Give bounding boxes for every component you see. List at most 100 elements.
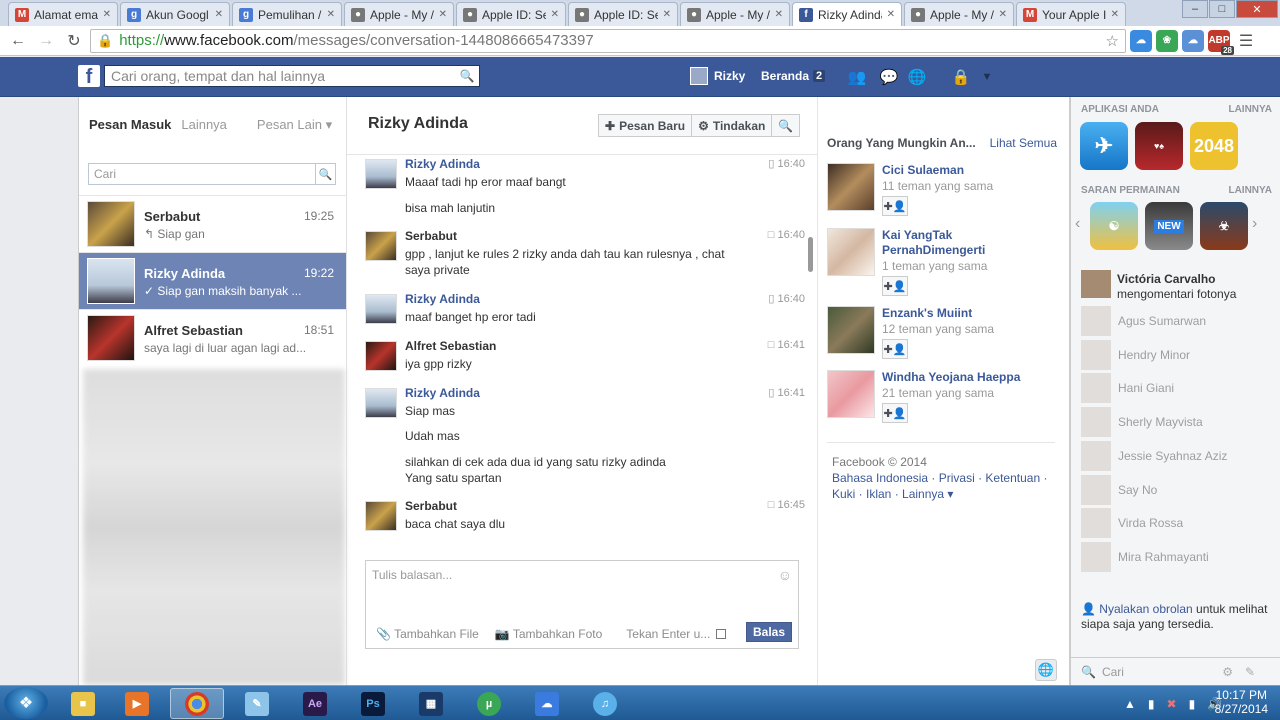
games-more-link[interactable]: LAINNYA bbox=[1228, 185, 1272, 196]
turn-on-chat-link[interactable]: Nyalakan obrolan bbox=[1099, 602, 1192, 616]
extension-evernote-icon[interactable]: ❀ bbox=[1156, 29, 1178, 52]
pymk-name[interactable]: Cici Sulaeman bbox=[882, 163, 1057, 178]
extension-cloud-icon[interactable]: ☁ bbox=[1130, 29, 1152, 52]
thread-item-rizky-adinda[interactable]: Rizky Adinda ✓ Siap gan maksih banyak ..… bbox=[79, 252, 346, 309]
tray-chevron-icon[interactable]: ▲ bbox=[1124, 697, 1136, 711]
profile-link[interactable]: Rizky bbox=[690, 67, 745, 85]
thread-item-alfret-sebastian[interactable]: Alfret Sebastian saya lagi di luar agan … bbox=[79, 309, 346, 366]
browser-tab[interactable]: M Alamat ema ✕ bbox=[8, 2, 118, 26]
avatar[interactable] bbox=[827, 306, 875, 354]
close-tab-icon[interactable]: ✕ bbox=[439, 9, 447, 20]
game-dino-icon[interactable]: ☣ bbox=[1200, 202, 1248, 250]
chat-friend-item[interactable]: Virda Rossa bbox=[1081, 508, 1276, 538]
tray-signal-icon[interactable]: ▮ bbox=[1189, 697, 1196, 711]
close-tab-icon[interactable]: ✕ bbox=[887, 9, 895, 20]
add-friend-button[interactable]: ✚👤 bbox=[882, 339, 908, 359]
browser-tab[interactable]: ● Apple ID: Se ✕ bbox=[456, 2, 566, 26]
account-menu-chevron-icon[interactable]: ▼ bbox=[978, 68, 996, 86]
close-tab-icon[interactable]: ✕ bbox=[551, 9, 559, 20]
close-tab-icon[interactable]: ✕ bbox=[103, 9, 111, 20]
message-author[interactable]: Rizky Adinda bbox=[405, 386, 480, 400]
tray-device-icon[interactable]: ▮ bbox=[1148, 697, 1155, 711]
chat-friend-item[interactable]: Hendry Minor bbox=[1081, 340, 1276, 370]
game-racing-icon[interactable]: NEW bbox=[1145, 202, 1193, 250]
notifications-globe-icon[interactable]: 🌐 bbox=[908, 68, 927, 86]
activity-item[interactable]: Victória Carvalho mengomentari fotonya bbox=[1081, 270, 1276, 301]
chat-friend-item[interactable]: Mira Rahmayanti bbox=[1081, 542, 1276, 572]
reply-button[interactable]: Balas bbox=[746, 622, 792, 642]
bookmark-star-icon[interactable]: ☆ bbox=[1106, 32, 1119, 50]
start-button[interactable]: ❖ bbox=[4, 687, 48, 719]
menu-icon[interactable]: ☰ bbox=[1234, 29, 1258, 53]
chevron-left-icon[interactable]: ‹ bbox=[1075, 215, 1080, 233]
taskbar-explorer[interactable]: ■ bbox=[56, 688, 110, 719]
close-tab-icon[interactable]: ✕ bbox=[215, 9, 223, 20]
browser-tab[interactable]: ● Apple - My / ✕ bbox=[904, 2, 1014, 26]
chat-friend-item[interactable]: Jessie Syahnaz Aziz bbox=[1081, 441, 1276, 471]
avatar[interactable] bbox=[827, 228, 875, 276]
app-2048-icon[interactable]: 2048 bbox=[1190, 122, 1238, 170]
facebook-search-input[interactable]: Cari orang, tempat dan hal lainnya 🔍 bbox=[104, 65, 480, 87]
app-plane-icon[interactable]: ✈ bbox=[1080, 122, 1128, 170]
search-icon[interactable]: 🔍 bbox=[315, 164, 335, 184]
apps-more-link[interactable]: LAINNYA bbox=[1228, 104, 1272, 115]
add-photo-button[interactable]: 📷 Tambahkan Foto bbox=[495, 627, 602, 641]
add-file-button[interactable]: 📎 Tambahkan File bbox=[376, 627, 479, 641]
tray-network-icon[interactable]: ✖ bbox=[1167, 697, 1177, 711]
reply-input[interactable]: Tulis balasan... bbox=[372, 568, 452, 582]
close-tab-icon[interactable]: ✕ bbox=[999, 9, 1007, 20]
add-friend-button[interactable]: ✚👤 bbox=[882, 403, 908, 423]
reload-button[interactable]: ↻ bbox=[62, 29, 86, 53]
footer-links-line1[interactable]: Bahasa Indonesia · Privasi · Ketentuan · bbox=[832, 470, 1057, 486]
close-tab-icon[interactable]: ✕ bbox=[775, 9, 783, 20]
pymk-see-all-link[interactable]: Lihat Semua bbox=[990, 136, 1057, 150]
taskbar-cloud[interactable]: ☁ bbox=[520, 688, 574, 719]
taskbar-media-player[interactable]: ▶ bbox=[110, 688, 164, 719]
browser-tab[interactable]: ● Apple - My / ✕ bbox=[680, 2, 790, 26]
friend-requests-icon[interactable]: 👥 bbox=[848, 68, 867, 86]
minimize-button[interactable]: – bbox=[1182, 0, 1208, 18]
address-bar[interactable]: 🔒 https://www.facebook.com/messages/conv… bbox=[90, 28, 1126, 53]
add-friend-button[interactable]: ✚👤 bbox=[882, 196, 908, 216]
close-window-button[interactable]: ✕ bbox=[1236, 0, 1278, 18]
close-tab-icon[interactable]: ✕ bbox=[1111, 9, 1119, 20]
taskbar-itunes[interactable]: ♫ bbox=[578, 688, 632, 719]
globe-icon[interactable]: 🌐 bbox=[1035, 659, 1057, 681]
game-bear-icon[interactable]: ☯ bbox=[1090, 202, 1138, 250]
taskbar-after-effects[interactable]: Ae bbox=[288, 688, 342, 719]
pymk-name[interactable]: Enzank's Muiint bbox=[882, 306, 1057, 321]
home-link[interactable]: Beranda 2 bbox=[761, 69, 826, 83]
taskbar-photoshop[interactable]: Ps bbox=[346, 688, 400, 719]
close-tab-icon[interactable]: ✕ bbox=[663, 9, 671, 20]
thread-search-input[interactable]: Cari 🔍 bbox=[88, 163, 336, 185]
chevron-right-icon[interactable]: › bbox=[1252, 215, 1257, 233]
search-conversation-button[interactable]: 🔍 bbox=[772, 115, 799, 136]
chat-friend-item[interactable]: Sherly Mayvista bbox=[1081, 407, 1276, 437]
browser-tab[interactable]: ● Apple - My / ✕ bbox=[344, 2, 454, 26]
message-author[interactable]: Rizky Adinda bbox=[405, 292, 480, 306]
chat-search-input[interactable]: 🔍 Cari ⚙ ✎ bbox=[1071, 657, 1280, 685]
avatar[interactable] bbox=[827, 163, 875, 211]
message-scrollbar[interactable] bbox=[808, 237, 813, 272]
tab-more[interactable]: Lainnya bbox=[181, 117, 227, 133]
message-author[interactable]: Alfret Sebastian bbox=[405, 339, 496, 353]
app-poker-icon[interactable]: ♥♠ bbox=[1135, 122, 1183, 170]
add-friend-button[interactable]: ✚👤 bbox=[882, 276, 908, 296]
chat-friend-item[interactable]: Agus Sumarwan bbox=[1081, 306, 1276, 336]
footer-links-line2[interactable]: Kuki · Iklan · Lainnya ▾ bbox=[832, 486, 1057, 502]
taskbar-blackberry[interactable]: ▦ bbox=[404, 688, 458, 719]
messages-icon[interactable]: 💬 bbox=[880, 68, 899, 86]
avatar[interactable] bbox=[827, 370, 875, 418]
thread-item-serbabut[interactable]: Serbabut ↰ Siap gan 19:25 bbox=[79, 195, 346, 252]
browser-tab[interactable]: g Pemulihan / ✕ bbox=[232, 2, 342, 26]
browser-tab[interactable]: f Rizky Adinda ✕ bbox=[792, 2, 902, 26]
actions-button[interactable]: ⚙ Tindakan bbox=[692, 115, 773, 136]
taskbar-utorrent[interactable]: µ bbox=[462, 688, 516, 719]
back-button[interactable]: ← bbox=[6, 29, 30, 53]
browser-tab[interactable]: g Akun Googl ✕ bbox=[120, 2, 230, 26]
extension-cloud2-icon[interactable]: ☁ bbox=[1182, 29, 1204, 52]
chat-friend-item[interactable]: Hani Giani bbox=[1081, 373, 1276, 403]
new-message-button[interactable]: ✚ Pesan Baru bbox=[599, 115, 693, 136]
press-enter-toggle[interactable]: Tekan Enter u... bbox=[626, 627, 727, 641]
tab-other-messages[interactable]: Pesan Lain ▾ bbox=[257, 117, 332, 133]
